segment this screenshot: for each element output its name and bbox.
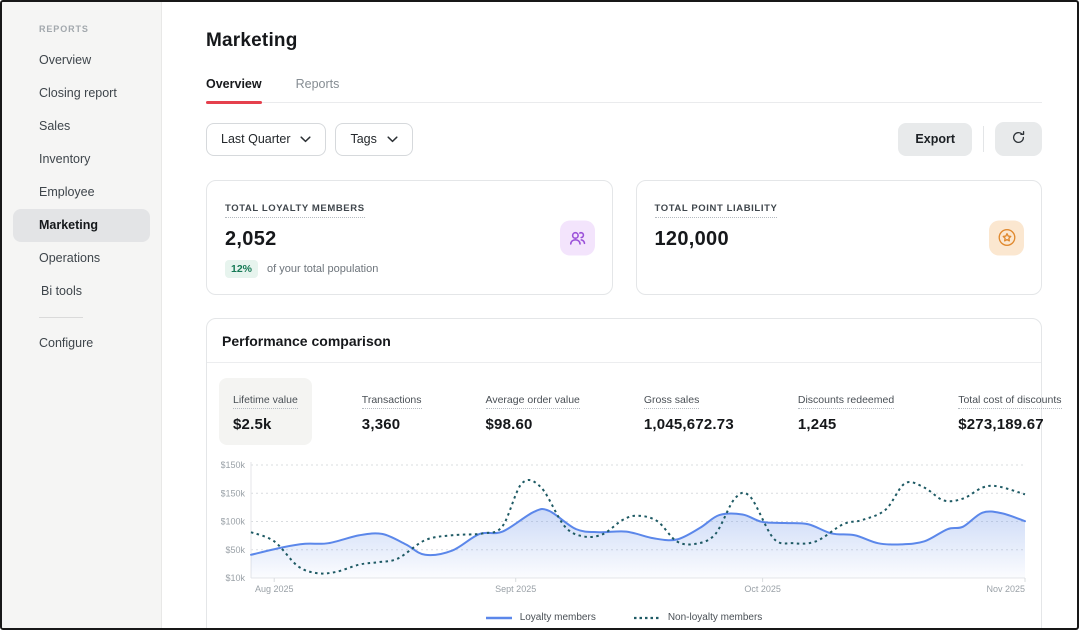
dotted-line-icon [633, 612, 660, 623]
sidebar-item-operations[interactable]: Operations [13, 242, 150, 275]
sidebar-item-bi-tools[interactable]: Bi tools [13, 275, 150, 308]
legend-loyalty-members: Loyalty members [485, 612, 596, 623]
tags-filter[interactable]: Tags [335, 122, 413, 156]
metric-total-cost-of-discounts[interactable]: Total cost of discounts $273,189.67 [944, 378, 1075, 445]
svg-text:Aug 2025: Aug 2025 [255, 584, 294, 594]
loyalty-members-value: 2,052 [225, 228, 277, 250]
metric-label: Lifetime value [233, 394, 298, 409]
loyalty-star-icon [989, 220, 1024, 255]
metric-label: Gross sales [643, 394, 700, 409]
sidebar-item-inventory[interactable]: Inventory [13, 143, 150, 176]
refresh-button[interactable] [995, 122, 1042, 156]
sidebar-section-label: REPORTS [39, 24, 89, 34]
point-liability-card: TOTAL POINT LIABILITY 120,000 [635, 180, 1042, 295]
tags-filter-label: Tags [350, 132, 377, 146]
tab-reports[interactable]: Reports [296, 77, 340, 102]
svg-text:Sept 2025: Sept 2025 [495, 584, 536, 594]
metric-label: Average order value [485, 394, 580, 409]
chart-area: $150k $150k $100k $50k $10k Aug 2025 Sept 2025… [207, 451, 1041, 602]
sidebar-nav: Overview Closing report Sales Inventory … [13, 44, 150, 308]
refresh-icon [1011, 130, 1026, 148]
toolbar: Last Quarter Tags Export [206, 122, 1042, 156]
sidebar-item-marketing[interactable]: Marketing [13, 209, 150, 242]
page-title: Marketing [206, 30, 298, 51]
point-liability-label: TOTAL POINT LIABILITY [654, 203, 778, 218]
metric-value: 1,245 [797, 416, 837, 433]
metric-value: $2.5k [233, 416, 272, 433]
metric-value: 1,045,672.73 [643, 416, 734, 433]
app-window: REPORTS Overview Closing report Sales In… [0, 0, 1079, 630]
performance-chart: $150k $150k $100k $50k $10k Aug 2025 Sept 2025… [220, 460, 1026, 594]
chevron-down-icon [387, 132, 398, 146]
date-range-filter[interactable]: Last Quarter [206, 122, 327, 156]
metric-lifetime-value[interactable]: Lifetime value $2.5k [219, 378, 312, 445]
metrics-row: Lifetime value $2.5k Transactions 3,360 … [207, 363, 1062, 451]
point-liability-value: 120,000 [654, 228, 729, 250]
main-content: Marketing Overview Reports Last Quarter … [163, 2, 1077, 628]
svg-text:$50k: $50k [225, 545, 245, 555]
sidebar-item-closing-report[interactable]: Closing report [13, 77, 150, 110]
svg-text:$150k: $150k [221, 460, 245, 470]
legend-non-loyalty-members: Non-loyalty members [633, 612, 763, 623]
stat-cards-row: TOTAL LOYALTY MEMBERS 2,052 12% of your … [206, 180, 1042, 295]
percentage-badge: 12% [225, 260, 259, 278]
metric-value: $98.60 [485, 416, 533, 433]
badge-caption: of your total population [267, 263, 379, 275]
tab-overview[interactable]: Overview [206, 77, 262, 104]
metric-label: Discounts redeemed [797, 394, 895, 409]
toolbar-divider [983, 126, 984, 152]
legend-label: Loyalty members [519, 612, 596, 623]
date-range-filter-label: Last Quarter [221, 132, 291, 146]
svg-text:$10k: $10k [225, 573, 245, 583]
people-icon [559, 220, 595, 255]
metric-value: 3,360 [361, 416, 401, 433]
tab-bar: Overview Reports [206, 77, 1042, 104]
sidebar: REPORTS Overview Closing report Sales In… [2, 2, 162, 628]
metric-gross-sales[interactable]: Gross sales 1,045,672.73 [630, 378, 748, 445]
loyalty-members-subline: 12% of your total population [225, 260, 594, 278]
solid-line-icon [485, 612, 512, 623]
chart-legend: Loyalty members Non-loyalty members [207, 602, 1041, 628]
svg-text:Nov 2025: Nov 2025 [986, 584, 1025, 594]
performance-comparison-card: Performance comparison Lifetime value $2… [206, 318, 1062, 628]
sidebar-item-employee[interactable]: Employee [13, 176, 150, 209]
metric-label: Total cost of discounts [958, 394, 1062, 409]
svg-text:$100k: $100k [221, 517, 245, 527]
sidebar-item-sales[interactable]: Sales [13, 110, 150, 143]
loyalty-members-label: TOTAL LOYALTY MEMBERS [225, 203, 365, 218]
loyalty-members-card: TOTAL LOYALTY MEMBERS 2,052 12% of your … [206, 180, 613, 295]
metric-label: Transactions [361, 394, 422, 409]
svg-text:$150k: $150k [221, 488, 245, 498]
export-button[interactable]: Export [898, 122, 972, 156]
sidebar-item-configure[interactable]: Configure [13, 327, 150, 360]
sidebar-item-overview[interactable]: Overview [13, 44, 150, 77]
performance-comparison-title: Performance comparison [207, 319, 1041, 363]
chevron-down-icon [300, 132, 312, 146]
svg-text:Oct 2025: Oct 2025 [744, 584, 781, 594]
sidebar-divider [39, 317, 83, 318]
metric-transactions[interactable]: Transactions 3,360 [348, 378, 436, 445]
metric-discounts-redeemed[interactable]: Discounts redeemed 1,245 [784, 378, 908, 445]
metric-average-order-value[interactable]: Average order value $98.60 [472, 378, 594, 445]
legend-label: Non-loyalty members [667, 612, 763, 623]
metric-value: $273,189.67 [958, 416, 1044, 433]
